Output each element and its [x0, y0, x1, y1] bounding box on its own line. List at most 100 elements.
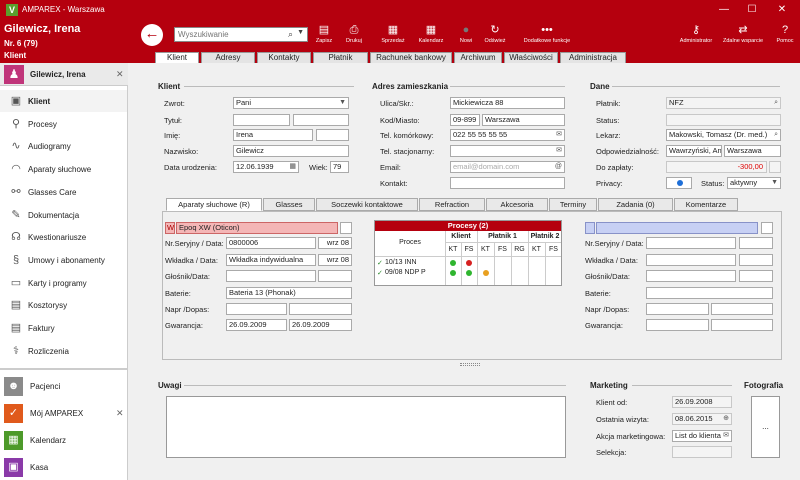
branch-person-field[interactable]: Wawrzyński, An [666, 145, 722, 157]
subtab-4[interactable]: Akcesoria [486, 198, 548, 211]
message-icon[interactable]: ✉ [556, 130, 562, 140]
repair-field-1[interactable] [226, 303, 287, 315]
sidebar-item-10[interactable]: ▤ Faktury [0, 317, 127, 339]
warranty-right-field-1[interactable] [646, 319, 709, 331]
calendar-icon[interactable]: ▦ [289, 162, 296, 172]
speaker-field[interactable] [226, 270, 316, 282]
battery-field[interactable]: Bateria 13 (Phonak) [226, 287, 352, 299]
earmold-date-field[interactable]: wrz 08 [318, 254, 352, 266]
close-button[interactable]: ✕ [770, 2, 794, 18]
nav-item-3[interactable]: ▣ Kasa [0, 456, 127, 478]
subtab-3[interactable]: Refraction [419, 198, 485, 211]
sidebar-item-9[interactable]: ▤ Kosztorysy [0, 294, 127, 316]
toolbar-sale-button[interactable]: ▦ Sprzedaż [378, 23, 408, 49]
tab-6[interactable]: Właściwości [504, 52, 558, 63]
status2-select[interactable]: aktywny ▼ [727, 177, 781, 189]
doctor-field[interactable]: Makowski, Tomasz (Dr. med.) ⌕ [666, 129, 781, 141]
subtab-7[interactable]: Komentarze [674, 198, 738, 211]
sidebar-item-4[interactable]: ⚯ Glasses Care [0, 181, 127, 203]
back-button[interactable]: ← [141, 24, 163, 46]
repair-right-field-2[interactable] [711, 303, 773, 315]
nav-item-1[interactable]: ✓ Mój AMPAREX ✕ [0, 402, 127, 424]
warranty-field-1[interactable]: 26.09.2009 [226, 319, 287, 331]
tab-0[interactable]: Klient [155, 52, 199, 63]
mail-icon[interactable]: ✉ [723, 431, 729, 441]
salutation-select[interactable]: Pani ▼ [233, 97, 349, 109]
tab-7[interactable]: Administracja [560, 52, 626, 63]
contact-field[interactable] [450, 177, 565, 189]
sidebar-item-5[interactable]: ✎ Dokumentacja [0, 204, 127, 226]
serial-date-field[interactable]: wrz 08 [318, 237, 352, 249]
branch-location-field[interactable]: Warszawa [724, 145, 781, 157]
sidebar-item-0[interactable]: ▣ Klient [0, 90, 127, 112]
mobile-field[interactable]: 022 55 55 55 55 ✉ [450, 129, 565, 141]
payer-field[interactable]: NFZ ⌕ [666, 97, 781, 109]
earmold-field[interactable]: Wkładka indywidualna [226, 254, 316, 266]
toolbar-remote-button[interactable]: ⇄ Zdalne wsparcie [723, 23, 763, 49]
toolbar-refresh-button[interactable]: ↻ Odśwież [484, 23, 506, 49]
toolbar-save-button[interactable]: ▤ Zapisz [314, 23, 334, 49]
repair-right-field-1[interactable] [646, 303, 709, 315]
street-field[interactable]: Mickiewicza 88 [450, 97, 565, 109]
search-icon[interactable]: ⌕ [774, 130, 778, 140]
chevron-down-icon[interactable]: ▼ [297, 29, 304, 36]
navigate-icon[interactable]: ⊕ [723, 414, 729, 424]
email-field[interactable]: email@domain.com @ [450, 161, 565, 173]
device-left-field[interactable]: Epoq XW (Oticon) [176, 222, 338, 234]
photo-box[interactable]: ... [751, 396, 780, 458]
tab-4[interactable]: Rachunek bankowy [370, 52, 452, 63]
speaker-date-field[interactable] [318, 270, 352, 282]
speaker-right-date[interactable] [739, 270, 773, 282]
toolbar-key-button[interactable]: ⚷ Administrator [678, 23, 714, 49]
tab-2[interactable]: Kontakty [257, 52, 311, 63]
subtab-6[interactable]: Zadania (0) [598, 198, 673, 211]
warranty-field-2[interactable]: 26.09.2009 [289, 319, 352, 331]
device-right-extra[interactable] [761, 222, 773, 234]
close-icon[interactable]: ✕ [116, 69, 124, 80]
repair-field-2[interactable] [289, 303, 352, 315]
close-icon[interactable]: ✕ [116, 408, 124, 419]
earmold-right-field[interactable] [646, 254, 736, 266]
search-icon[interactable]: ⌕ [288, 29, 293, 40]
firstname-field[interactable]: Irena [233, 129, 313, 141]
lastname-field[interactable]: Gilewicz [233, 145, 349, 157]
firstname-extra-field[interactable] [316, 129, 349, 141]
processes-table[interactable]: Procesy (2) Proces Klient Płatnik 1 Płatnik… [374, 220, 562, 286]
photo-button[interactable]: ... [762, 422, 769, 431]
last-visit-field[interactable]: 08.06.2015 ⊕ [672, 413, 732, 425]
sidebar-item-3[interactable]: ◠ Aparaty słuchowe [0, 158, 127, 180]
at-icon[interactable]: @ [555, 162, 562, 172]
subtab-0[interactable]: Aparaty słuchowe (R) [166, 198, 262, 211]
sidebar-item-11[interactable]: ⚕ Rozliczenia [0, 340, 127, 362]
phone-field[interactable]: ✉ [450, 145, 565, 157]
sidebar-item-6[interactable]: ☊ Kwestionariusze [0, 226, 127, 248]
toolbar-calendar-button[interactable]: ▦ Kalendarz [417, 23, 445, 49]
notes-textarea[interactable] [166, 396, 566, 458]
toolbar-more-button[interactable]: ••• Dodatkowe funkcje [522, 23, 572, 49]
earmold-right-date[interactable] [739, 254, 773, 266]
sidebar-item-8[interactable]: ▭ Karty i programy [0, 272, 127, 294]
device-left-extra[interactable] [340, 222, 352, 234]
maximize-button[interactable]: ☐ [740, 2, 764, 18]
marketing-action-field[interactable]: List do klienta ✉ [672, 430, 732, 442]
serial-right-date[interactable] [739, 237, 773, 249]
search-icon[interactable]: ⌕ [774, 98, 778, 108]
subtab-1[interactable]: Glasses [263, 198, 315, 211]
search-box[interactable]: ⌕ ▼ [174, 27, 308, 42]
sidebar-patient-header[interactable]: ♟ Gilewicz, Irena ✕ [0, 63, 128, 86]
process-name[interactable]: 10/13 INN [385, 259, 417, 266]
tab-3[interactable]: Płatnik [313, 52, 368, 63]
sidebar-item-2[interactable]: ∿ Audiogramy [0, 135, 127, 157]
titel-field-1[interactable] [233, 114, 290, 126]
process-name[interactable]: 09/08 NDP P [385, 269, 426, 276]
toolbar-help-button[interactable]: ? Pomoc [774, 23, 796, 49]
nav-item-2[interactable]: ▦ Kalendarz [0, 429, 127, 451]
toolbar-print-button[interactable]: ⎙ Drukuj [344, 23, 364, 49]
sidebar-item-7[interactable]: § Umowy i abonamenty [0, 249, 127, 271]
subtab-2[interactable]: Soczewki kontaktowe [316, 198, 418, 211]
search-input[interactable] [178, 29, 278, 40]
warranty-right-field-2[interactable] [711, 319, 773, 331]
speaker-right-field[interactable] [646, 270, 736, 282]
city-field[interactable]: Warszawa [482, 114, 565, 126]
titel-field-2[interactable] [293, 114, 349, 126]
